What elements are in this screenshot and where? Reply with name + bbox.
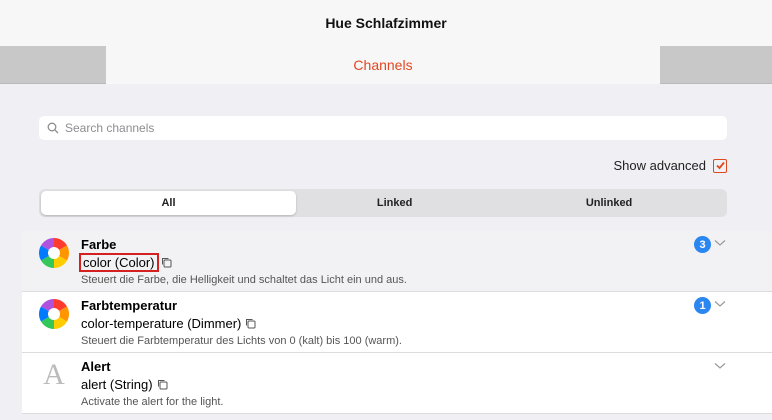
show-advanced-label: Show advanced bbox=[613, 158, 706, 173]
channel-description: Steuert die Farbtemperatur des Lichts vo… bbox=[81, 335, 402, 347]
tab-channels[interactable]: Channels bbox=[106, 46, 660, 84]
chevron-down-icon[interactable] bbox=[714, 239, 726, 247]
show-advanced-toggle[interactable]: Show advanced bbox=[613, 158, 727, 173]
channel-description: Activate the alert for the light. bbox=[81, 396, 224, 408]
chevron-down-icon[interactable] bbox=[714, 300, 726, 308]
segment-linked[interactable]: Linked bbox=[296, 191, 493, 215]
channel-id-text: alert (String) bbox=[81, 377, 153, 392]
channel-title: Farbe bbox=[81, 237, 117, 252]
channel-list: Farbe color (Color) Steuert die Farbe, d… bbox=[22, 231, 772, 420]
show-advanced-checkbox[interactable] bbox=[713, 158, 727, 173]
segment-all[interactable]: All bbox=[41, 191, 297, 215]
channel-id-text: color (Color) bbox=[79, 253, 159, 272]
linked-count-badge: 3 bbox=[694, 236, 711, 253]
channel-title: Alert bbox=[81, 359, 111, 374]
copy-icon[interactable] bbox=[161, 257, 172, 268]
channel-row-alert[interactable]: A Alert alert (String) Activate the aler… bbox=[22, 353, 772, 414]
letter-a-icon: A bbox=[43, 358, 65, 391]
channel-id: color (Color) bbox=[79, 253, 172, 272]
link-filter-segmented-control: All Linked Unlinked bbox=[39, 189, 727, 217]
color-wheel-icon bbox=[39, 299, 69, 329]
color-wheel-icon bbox=[39, 238, 69, 268]
channel-row-farbtemperatur[interactable]: Farbtemperatur color-temperature (Dimmer… bbox=[22, 292, 772, 353]
window-title: Hue Schlafzimmer bbox=[0, 0, 772, 46]
search-input[interactable] bbox=[65, 121, 665, 135]
checkmark-icon bbox=[715, 161, 725, 170]
copy-icon[interactable] bbox=[157, 379, 168, 390]
search-icon bbox=[47, 122, 59, 134]
channel-id: alert (String) bbox=[81, 377, 168, 392]
channel-title: Farbtemperatur bbox=[81, 298, 178, 313]
channel-id: color-temperature (Dimmer) bbox=[81, 316, 256, 331]
channel-row-farbe[interactable]: Farbe color (Color) Steuert die Farbe, d… bbox=[22, 231, 772, 292]
chevron-down-icon[interactable] bbox=[714, 362, 726, 370]
linked-count-badge: 1 bbox=[694, 297, 711, 314]
channel-description: Steuert die Farbe, die Helligkeit und sc… bbox=[81, 274, 407, 286]
tab-bar: Channels bbox=[0, 46, 772, 84]
copy-icon[interactable] bbox=[245, 318, 256, 329]
channel-id-text: color-temperature (Dimmer) bbox=[81, 316, 242, 331]
segment-unlinked[interactable]: Unlinked bbox=[493, 191, 725, 215]
search-field[interactable] bbox=[39, 116, 727, 140]
